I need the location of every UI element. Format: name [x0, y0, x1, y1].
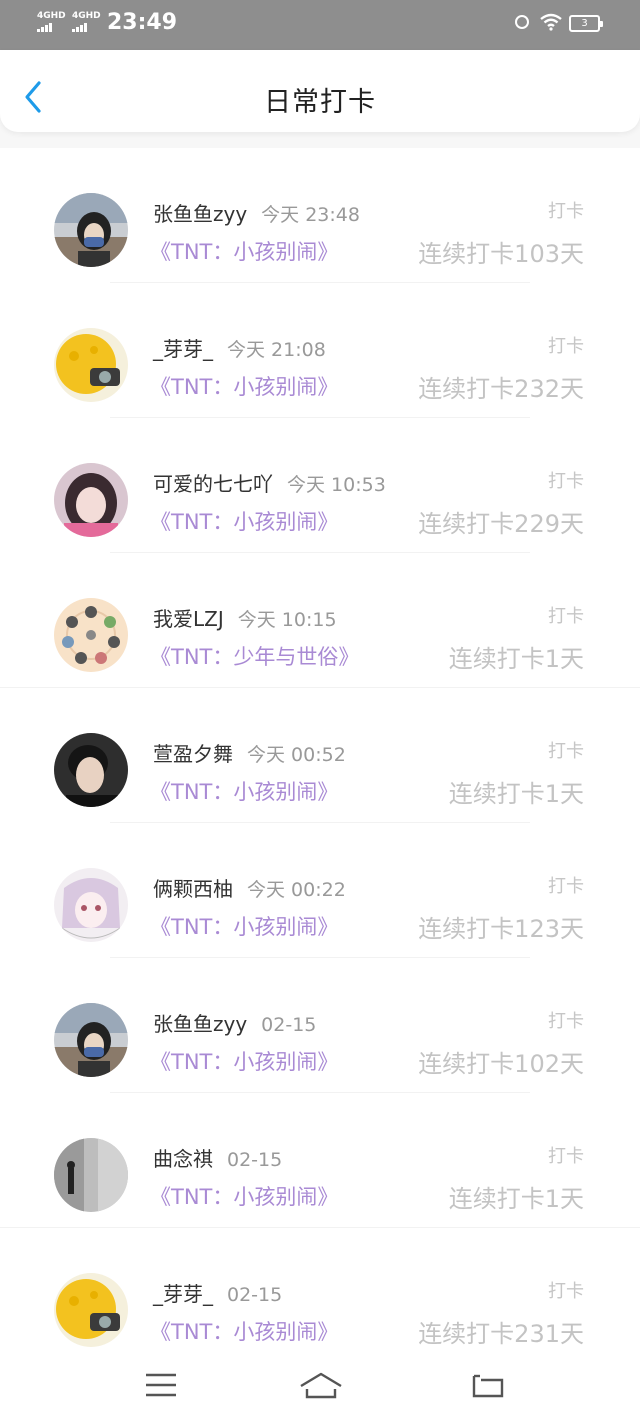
book-title[interactable]: 《TNT：小孩别闹》: [150, 371, 338, 401]
user-name[interactable]: 俩颗西柚: [153, 877, 233, 901]
book-title[interactable]: 《TNT：小孩别闹》: [150, 1046, 338, 1076]
user-name[interactable]: _芽芽_: [153, 337, 213, 361]
book-title[interactable]: 《TNT：小孩别闹》: [150, 776, 338, 806]
avatar-photo-icon: [54, 733, 128, 807]
checkin-time: 今天 10:15: [237, 609, 337, 631]
avatar-cartoon-icon: [54, 598, 128, 672]
checkin-time: 今天 00:22: [247, 879, 346, 901]
checkin-label: 打卡: [548, 471, 584, 492]
user-line: 可爱的七七吖 今天 10:53: [153, 468, 386, 497]
list-item[interactable]: _芽芽_ 02-15 《TNT：小孩别闹》 打卡 连续打卡231天: [0, 1228, 640, 1358]
avatar-photo-icon: [54, 193, 128, 267]
user-line: 俩颗西柚 今天 00:22: [153, 873, 346, 902]
user-line: 张鱼鱼zyy 今天 23:48: [153, 198, 360, 227]
streak-count: 连续打卡232天: [418, 375, 584, 403]
avatar-plush-icon: [54, 328, 128, 402]
avatar[interactable]: [54, 193, 128, 267]
checkin-time: 今天 00:52: [247, 744, 346, 766]
streak-count: 连续打卡1天: [448, 780, 584, 808]
book-title[interactable]: 《TNT：小孩别闹》: [150, 236, 338, 266]
checkin-label: 打卡: [548, 336, 584, 357]
user-line: 我爱LZJ 今天 10:15: [153, 603, 337, 632]
list-item[interactable]: 俩颗西柚 今天 00:22 《TNT：小孩别闹》 打卡 连续打卡123天: [0, 823, 640, 958]
avatar-photo-icon: [54, 463, 128, 537]
user-name[interactable]: 曲念祺: [153, 1147, 213, 1171]
battery-icon: 3: [569, 15, 603, 32]
home-icon[interactable]: [299, 1372, 343, 1400]
user-line: 曲念祺 02-15: [153, 1143, 282, 1172]
signal-bars-icon: [37, 23, 66, 32]
avatar-anime-icon: [54, 868, 128, 942]
checkin-label: 打卡: [548, 606, 584, 627]
signal-indicator-2: 4GHD: [72, 12, 101, 32]
checkin-label: 打卡: [548, 1146, 584, 1167]
checkin-time: 今天 21:08: [227, 339, 326, 361]
list-item[interactable]: 张鱼鱼zyy 02-15 《TNT：小孩别闹》 打卡 连续打卡102天: [0, 958, 640, 1093]
streak-count: 连续打卡103天: [418, 240, 584, 268]
checkin-label: 打卡: [548, 876, 584, 897]
streak-count: 连续打卡229天: [418, 510, 584, 538]
avatar[interactable]: [54, 328, 128, 402]
wifi-icon: [540, 13, 562, 31]
streak-count: 连续打卡1天: [448, 1185, 584, 1213]
checkin-label: 打卡: [548, 1281, 584, 1302]
user-line: _芽芽_ 02-15: [153, 1278, 282, 1307]
user-name[interactable]: 张鱼鱼zyy: [153, 1012, 247, 1036]
page-title: 日常打卡: [264, 87, 376, 118]
streak-count: 连续打卡123天: [418, 915, 584, 943]
streak-count: 连续打卡1天: [448, 645, 584, 673]
user-name[interactable]: 萱盈夕舞: [153, 742, 233, 766]
checkin-label: 打卡: [548, 1011, 584, 1032]
user-name[interactable]: 可爱的七七吖: [153, 472, 273, 496]
avatar[interactable]: [54, 868, 128, 942]
header-bar: 日常打卡: [0, 50, 640, 132]
checkin-label: 打卡: [548, 741, 584, 762]
signal-bars-icon: [72, 23, 101, 32]
user-name[interactable]: 张鱼鱼zyy: [153, 202, 247, 226]
list-item[interactable]: _芽芽_ 今天 21:08 《TNT：小孩别闹》 打卡 连续打卡232天: [0, 283, 640, 418]
book-title[interactable]: 《TNT：少年与世俗》: [150, 641, 359, 671]
book-title[interactable]: 《TNT：小孩别闹》: [150, 1316, 338, 1346]
status-time: 23:49: [107, 10, 178, 35]
list-item[interactable]: 萱盈夕舞 今天 00:52 《TNT：小孩别闹》 打卡 连续打卡1天: [0, 688, 640, 823]
checkin-time: 今天 10:53: [287, 474, 386, 496]
user-name[interactable]: 我爱LZJ: [153, 607, 224, 631]
menu-icon[interactable]: [145, 1372, 177, 1398]
user-line: 张鱼鱼zyy 02-15: [153, 1008, 316, 1037]
checkin-label: 打卡: [548, 201, 584, 222]
system-nav-bar: [0, 1358, 640, 1422]
list-item[interactable]: 张鱼鱼zyy 今天 23:48 《TNT：小孩别闹》 打卡 连续打卡103天: [0, 148, 640, 283]
streak-count: 连续打卡102天: [418, 1050, 584, 1078]
user-line: _芽芽_ 今天 21:08: [153, 333, 326, 362]
avatar-plush-icon: [54, 1273, 128, 1347]
avatar[interactable]: [54, 733, 128, 807]
checkin-time: 02-15: [227, 1284, 283, 1306]
list-item[interactable]: 可爱的七七吖 今天 10:53 《TNT：小孩别闹》 打卡 连续打卡229天: [0, 418, 640, 553]
list-item[interactable]: 我爱LZJ 今天 10:15 《TNT：少年与世俗》 打卡 连续打卡1天: [0, 553, 640, 688]
avatar[interactable]: [54, 1273, 128, 1347]
user-line: 萱盈夕舞 今天 00:52: [153, 738, 346, 767]
checkin-time: 02-15: [227, 1149, 283, 1171]
avatar[interactable]: [54, 463, 128, 537]
checkin-time: 今天 23:48: [261, 204, 360, 226]
user-name[interactable]: _芽芽_: [153, 1282, 213, 1306]
list-item[interactable]: 曲念祺 02-15 《TNT：小孩别闹》 打卡 连续打卡1天: [0, 1093, 640, 1228]
book-title[interactable]: 《TNT：小孩别闹》: [150, 1181, 338, 1211]
checkin-list: 张鱼鱼zyy 今天 23:48 《TNT：小孩别闹》 打卡 连续打卡103天 _芽…: [0, 148, 640, 1358]
avatar[interactable]: [54, 1003, 128, 1077]
signal-indicator-1: 4GHD: [37, 12, 66, 32]
book-title[interactable]: 《TNT：小孩别闹》: [150, 911, 338, 941]
back-icon[interactable]: [471, 1372, 505, 1400]
status-bar: 4GHD 4GHD 23:49 3: [0, 0, 640, 50]
checkin-time: 02-15: [261, 1014, 317, 1036]
book-title[interactable]: 《TNT：小孩别闹》: [150, 506, 338, 536]
streak-count: 连续打卡231天: [418, 1320, 584, 1348]
avatar[interactable]: [54, 598, 128, 672]
avatar-photo-icon: [54, 1138, 128, 1212]
avatar[interactable]: [54, 1138, 128, 1212]
avatar-photo-icon: [54, 1003, 128, 1077]
alarm-icon: [515, 15, 529, 29]
